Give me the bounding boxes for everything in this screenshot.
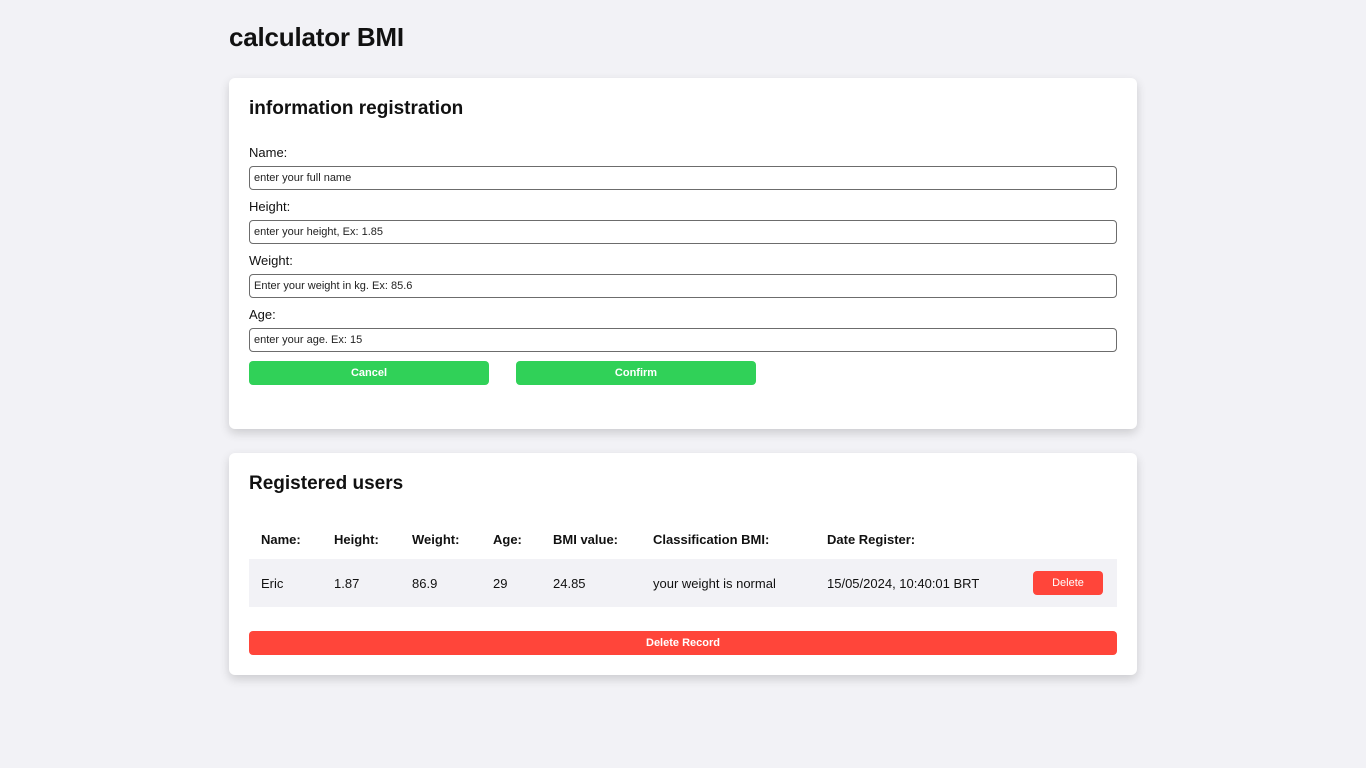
table-header-row: Name: Height: Weight: Age: BMI value: Cl… [249,519,1117,559]
page-title: calculator BMI [229,22,404,52]
cell-classification: your weight is normal [641,559,815,607]
name-label: Name: [249,145,288,160]
column-header-weight: Weight: [412,531,460,547]
registration-title: information registration [249,98,464,119]
column-header-age: Age: [493,531,522,547]
registered-users-card: Registered users Name: Height: Weight: A… [229,453,1137,675]
users-table: Name: Height: Weight: Age: BMI value: Cl… [249,519,1117,607]
table-row: Eric 1.87 86.9 29 24.85 your weight is n… [249,559,1117,607]
cell-bmi: 24.85 [541,559,641,607]
registered-users-title: Registered users [249,473,404,494]
age-input[interactable] [249,328,1117,352]
confirm-button[interactable]: Confirm [516,361,756,385]
column-header-date: Date Register: [827,531,916,547]
cell-actions: Delete [1021,559,1117,607]
column-header-name: Name: [261,531,301,547]
cell-date: 15/05/2024, 10:40:01 BRT [815,559,1021,607]
weight-label: Weight: [249,253,293,268]
cell-weight: 86.9 [400,559,481,607]
column-header-actions [1021,519,1117,559]
name-input[interactable] [249,166,1117,190]
height-label: Height: [249,199,291,214]
column-header-classification: Classification BMI: [653,531,770,547]
cell-name: Eric [249,559,322,607]
cancel-button[interactable]: Cancel [249,361,489,385]
cell-height: 1.87 [322,559,400,607]
cell-age: 29 [481,559,541,607]
age-label: Age: [249,307,276,322]
delete-row-button[interactable]: Delete [1033,571,1103,595]
registration-card: information registration Name: Height: W… [229,78,1137,429]
height-input[interactable] [249,220,1117,244]
weight-input[interactable] [249,274,1117,298]
column-header-height: Height: [334,531,379,547]
column-header-bmi: BMI value: [553,531,619,547]
delete-record-button[interactable]: Delete Record [249,631,1117,655]
